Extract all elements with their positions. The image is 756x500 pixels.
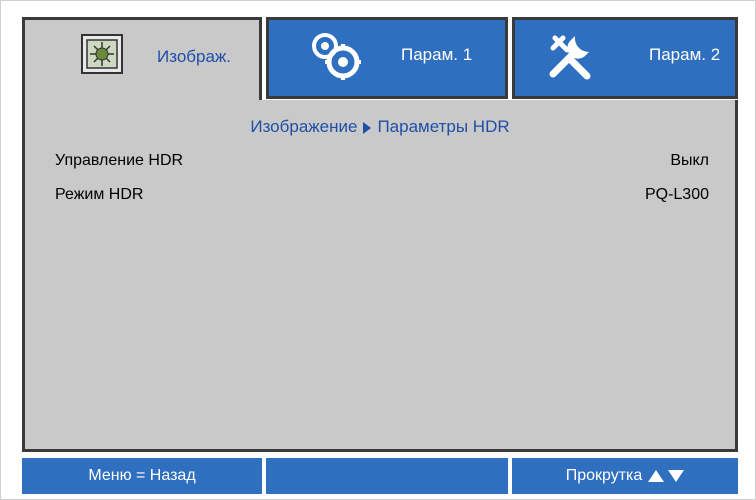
- scroll-hint: Прокрутка: [512, 458, 738, 494]
- menu-back-label: Меню = Назад: [88, 467, 196, 484]
- settings-panel: Изображение Параметры HDR Управление HDR …: [22, 100, 738, 452]
- gears-icon: [312, 33, 361, 80]
- picture-settings-icon: [81, 34, 123, 74]
- tab-param1[interactable]: Парам. 1: [266, 17, 508, 99]
- breadcrumb: Изображение Параметры HDR: [25, 117, 735, 137]
- tab-image-label: Изображ.: [157, 47, 232, 66]
- setting-label: Управление HDR: [55, 152, 184, 169]
- breadcrumb-current: Параметры HDR: [377, 117, 510, 136]
- scroll-label: Прокрутка: [565, 467, 643, 484]
- menu-back-hint: Меню = Назад: [22, 458, 262, 494]
- footer-middle: [266, 458, 508, 494]
- setting-row-hdr-control[interactable]: Управление HDR Выкл: [55, 152, 709, 174]
- tools-icon: [549, 35, 591, 80]
- setting-row-hdr-mode[interactable]: Режим HDR PQ-L300: [55, 186, 709, 208]
- setting-label: Режим HDR: [55, 186, 144, 203]
- arrow-up-icon: [648, 470, 665, 482]
- setting-value: PQ-L300: [644, 186, 709, 203]
- chevron-right-icon: [363, 121, 372, 134]
- breadcrumb-parent: Изображение: [250, 117, 358, 136]
- tab-param2-label: Парам. 2: [649, 45, 721, 64]
- setting-value: Выкл: [670, 152, 709, 169]
- arrow-down-icon: [668, 470, 685, 482]
- tab-param1-label: Парам. 1: [401, 45, 473, 64]
- tab-param2[interactable]: Парам. 2: [512, 17, 738, 99]
- tab-image[interactable]: Изображ.: [22, 17, 262, 104]
